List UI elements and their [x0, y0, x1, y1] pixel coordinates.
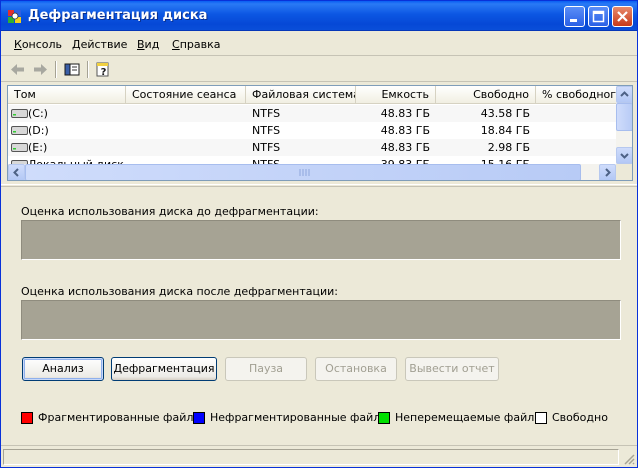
forward-arrow-icon — [34, 64, 47, 75]
pane-splitter[interactable] — [1, 184, 637, 187]
before-defrag-display — [21, 220, 621, 260]
volume-fs: NTFS — [252, 107, 281, 120]
col-session-state[interactable]: Состояние сеанса — [126, 86, 246, 104]
legend-label-contiguous: Нефрагментированные файлы — [210, 411, 390, 424]
svg-text:?: ? — [101, 67, 107, 78]
menu-action[interactable]: Действие — [72, 38, 127, 51]
menu-console-label: онсоль — [21, 38, 63, 51]
window-title: Дефрагментация диска — [28, 8, 208, 23]
legend-swatch-free-space — [535, 412, 547, 424]
legend-swatch-contiguous — [193, 412, 205, 424]
volume-fs: NTFS — [252, 141, 281, 154]
menu-view[interactable]: Вид — [137, 38, 159, 51]
menu-view-label: ид — [144, 38, 160, 51]
scroll-left-button[interactable] — [8, 164, 25, 180]
legend-swatch-unmovable — [378, 412, 390, 424]
help-button[interactable]: ? — [94, 60, 114, 79]
volume-fs: NTFS — [252, 124, 281, 137]
pause-button[interactable]: Пауза — [225, 357, 307, 381]
volume-list[interactable]: Том Состояние сеанса Файловая система Ем… — [7, 85, 633, 181]
chevron-right-icon — [605, 168, 611, 177]
menu-view-mnemonic: В — [137, 38, 145, 51]
menu-action-label: ействие — [80, 38, 128, 51]
col-free[interactable]: Свободно — [436, 86, 536, 104]
legend-swatch-fragmented — [21, 412, 33, 424]
volume-name: (C:) — [28, 107, 48, 120]
chevron-left-icon — [13, 168, 19, 177]
resize-grip-icon[interactable] — [623, 453, 635, 465]
status-bar — [1, 445, 637, 467]
stop-button[interactable]: Остановка — [315, 357, 397, 381]
close-icon — [617, 11, 628, 22]
scroll-down-button[interactable] — [616, 147, 632, 164]
title-bar[interactable]: Дефрагментация диска — [1, 1, 637, 31]
before-analysis-label: Оценка использования диска до дефрагмент… — [21, 205, 319, 218]
view-report-button[interactable]: Вывести отчет — [405, 357, 499, 381]
menu-action-mnemonic: Д — [72, 38, 81, 51]
chevron-up-icon — [620, 91, 629, 97]
vertical-scroll-thumb[interactable] — [616, 103, 632, 131]
chevron-down-icon — [620, 153, 629, 159]
show-hide-tree-button[interactable] — [62, 60, 82, 79]
volume-capacity: 48.83 ГБ — [380, 107, 430, 120]
menu-bar: Консоль Действие Вид Справка — [1, 32, 637, 56]
volume-list-vertical-scrollbar[interactable] — [616, 86, 632, 164]
volume-free: 43.58 ГБ — [480, 107, 530, 120]
minimize-icon — [570, 19, 577, 22]
scroll-right-button[interactable] — [599, 164, 616, 180]
volume-row-d[interactable]: (D:) NTFS 48.83 ГБ 18.84 ГБ — [8, 122, 616, 139]
toolbar: ? — [1, 57, 637, 82]
menu-console-mnemonic: К — [14, 38, 22, 51]
volume-state — [126, 139, 246, 156]
minimize-button[interactable] — [564, 6, 585, 27]
back-arrow-icon — [11, 64, 24, 75]
help-icon: ? — [96, 62, 109, 78]
menu-help[interactable]: Справка — [172, 38, 220, 51]
after-defrag-display — [21, 300, 621, 340]
forward-button[interactable] — [30, 60, 50, 79]
horizontal-scroll-thumb[interactable] — [25, 164, 581, 180]
volume-free: 2.98 ГБ — [487, 141, 530, 154]
back-button[interactable] — [8, 60, 28, 79]
defrag-window: Дефрагментация диска Консоль Действие Ви… — [0, 0, 638, 468]
menu-help-mnemonic: С — [172, 38, 180, 51]
menu-help-label: правка — [179, 38, 221, 51]
volume-name: (D:) — [28, 124, 49, 137]
legend-label-unmovable: Неперемещаемые файлы — [395, 411, 543, 424]
maximize-button[interactable] — [588, 6, 609, 27]
defragment-button[interactable]: Дефрагментация — [111, 357, 217, 381]
col-capacity[interactable]: Емкость — [356, 86, 436, 104]
volume-list-horizontal-scrollbar[interactable] — [8, 164, 616, 180]
analyze-button[interactable]: Анализ — [22, 357, 104, 381]
col-volume[interactable]: Том — [8, 86, 126, 104]
show-hide-tree-icon — [64, 63, 80, 76]
volume-name: (E:) — [28, 141, 48, 154]
volume-row-c[interactable]: (C:) NTFS 48.83 ГБ 43.58 ГБ — [8, 105, 616, 122]
maximize-icon — [592, 10, 605, 23]
volume-capacity: 48.83 ГБ — [380, 141, 430, 154]
after-analysis-label: Оценка использования диска после дефрагм… — [21, 285, 339, 298]
volume-state — [126, 105, 246, 122]
volume-state — [126, 122, 246, 139]
col-file-system[interactable]: Файловая система — [246, 86, 356, 104]
toolbar-separator — [87, 61, 89, 78]
close-button[interactable] — [612, 6, 633, 27]
defrag-app-icon — [8, 10, 21, 23]
volume-free: 18.84 ГБ — [480, 124, 530, 137]
legend-label-free-space: Свободно — [552, 411, 608, 424]
volume-row-e[interactable]: (E:) NTFS 48.83 ГБ 2.98 ГБ — [8, 139, 616, 156]
grip-lines-icon — [299, 169, 310, 176]
legend-label-fragmented: Фрагментированные файлы — [38, 411, 203, 424]
status-panel — [3, 449, 619, 465]
col-percent-free[interactable]: % свободного — [536, 86, 616, 104]
volume-capacity: 48.83 ГБ — [380, 124, 430, 137]
toolbar-separator — [55, 61, 57, 78]
menu-console[interactable]: Консоль — [14, 38, 62, 51]
volume-list-header: Том Состояние сеанса Файловая система Ем… — [8, 86, 616, 104]
scroll-up-button[interactable] — [616, 86, 632, 103]
scrollbar-corner — [616, 164, 632, 180]
